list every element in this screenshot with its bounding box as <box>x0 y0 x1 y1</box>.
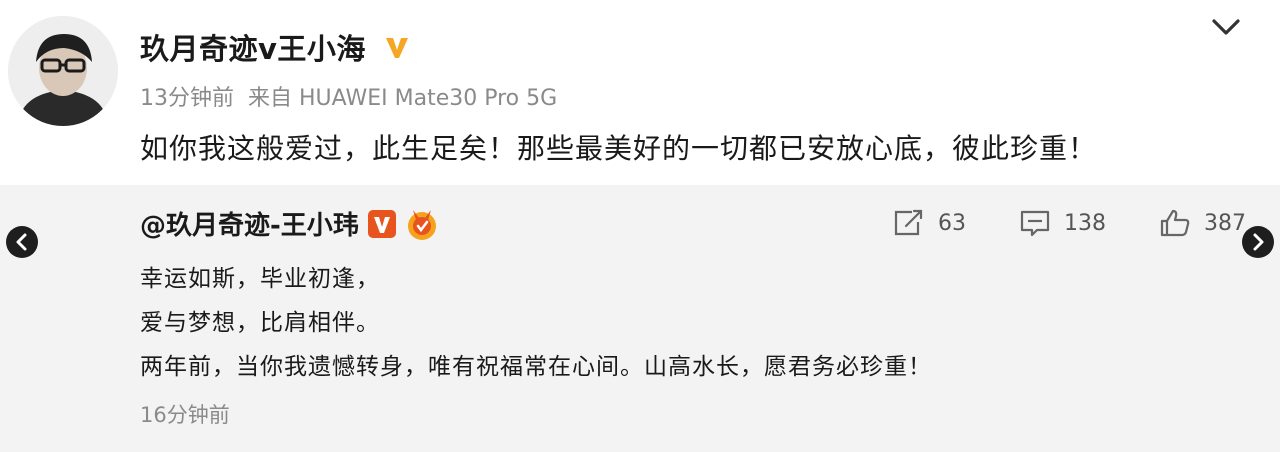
repost-text-line-3: 两年前，当你我遗憾转身，唯有祝福常在心间。山高水长，愿君务必珍重！ <box>140 354 932 380</box>
chevron-down-icon[interactable] <box>1208 14 1244 40</box>
post-meta: 13分钟前 来自 HUAWEI Mate30 Pro 5G <box>140 80 557 112</box>
repost-text-line-2: 爱与梦想，比肩相伴。 <box>140 310 380 336</box>
like-count: 387 <box>1204 210 1246 236</box>
like-button[interactable]: 387 <box>1158 208 1246 238</box>
action-bar: 63 138 387 <box>892 208 1246 238</box>
repost-icon <box>892 208 926 238</box>
thumbs-up-icon <box>1158 208 1192 238</box>
weibo-post: 玖月奇迹v王小海 13分钟前 来自 HUAWEI Mate30 Pro 5G 如… <box>0 0 1280 185</box>
avatar[interactable] <box>8 16 118 126</box>
verified-v-icon <box>367 209 397 239</box>
arrow-left-icon[interactable] <box>6 226 38 258</box>
post-text: 如你我这般爱过，此生足矣！那些最美好的一切都已安放心底，彼此珍重！ <box>140 132 1098 165</box>
comment-count: 138 <box>1064 210 1106 236</box>
repost-time[interactable]: 16分钟前 <box>140 399 230 429</box>
repost-button[interactable]: 63 <box>892 208 966 238</box>
repost-author-name[interactable]: @玖月奇迹-王小玮 <box>140 205 359 242</box>
comment-button[interactable]: 138 <box>1018 208 1106 238</box>
repost-count: 63 <box>938 210 966 236</box>
repost-author-row: @玖月奇迹-王小玮 <box>140 205 441 242</box>
arrow-right-icon[interactable] <box>1242 226 1274 258</box>
post-author-row: 玖月奇迹v王小海 <box>140 24 414 70</box>
verified-v-icon <box>380 30 414 64</box>
post-time[interactable]: 13分钟前 <box>140 80 234 112</box>
post-source: 来自 HUAWEI Mate30 Pro 5G <box>248 86 558 111</box>
repost-text-line-1: 幸运如斯，毕业初逢， <box>140 266 380 292</box>
post-author-name[interactable]: 玖月奇迹v王小海 <box>140 26 366 68</box>
medal-icon <box>403 206 441 242</box>
comment-icon <box>1018 208 1052 238</box>
